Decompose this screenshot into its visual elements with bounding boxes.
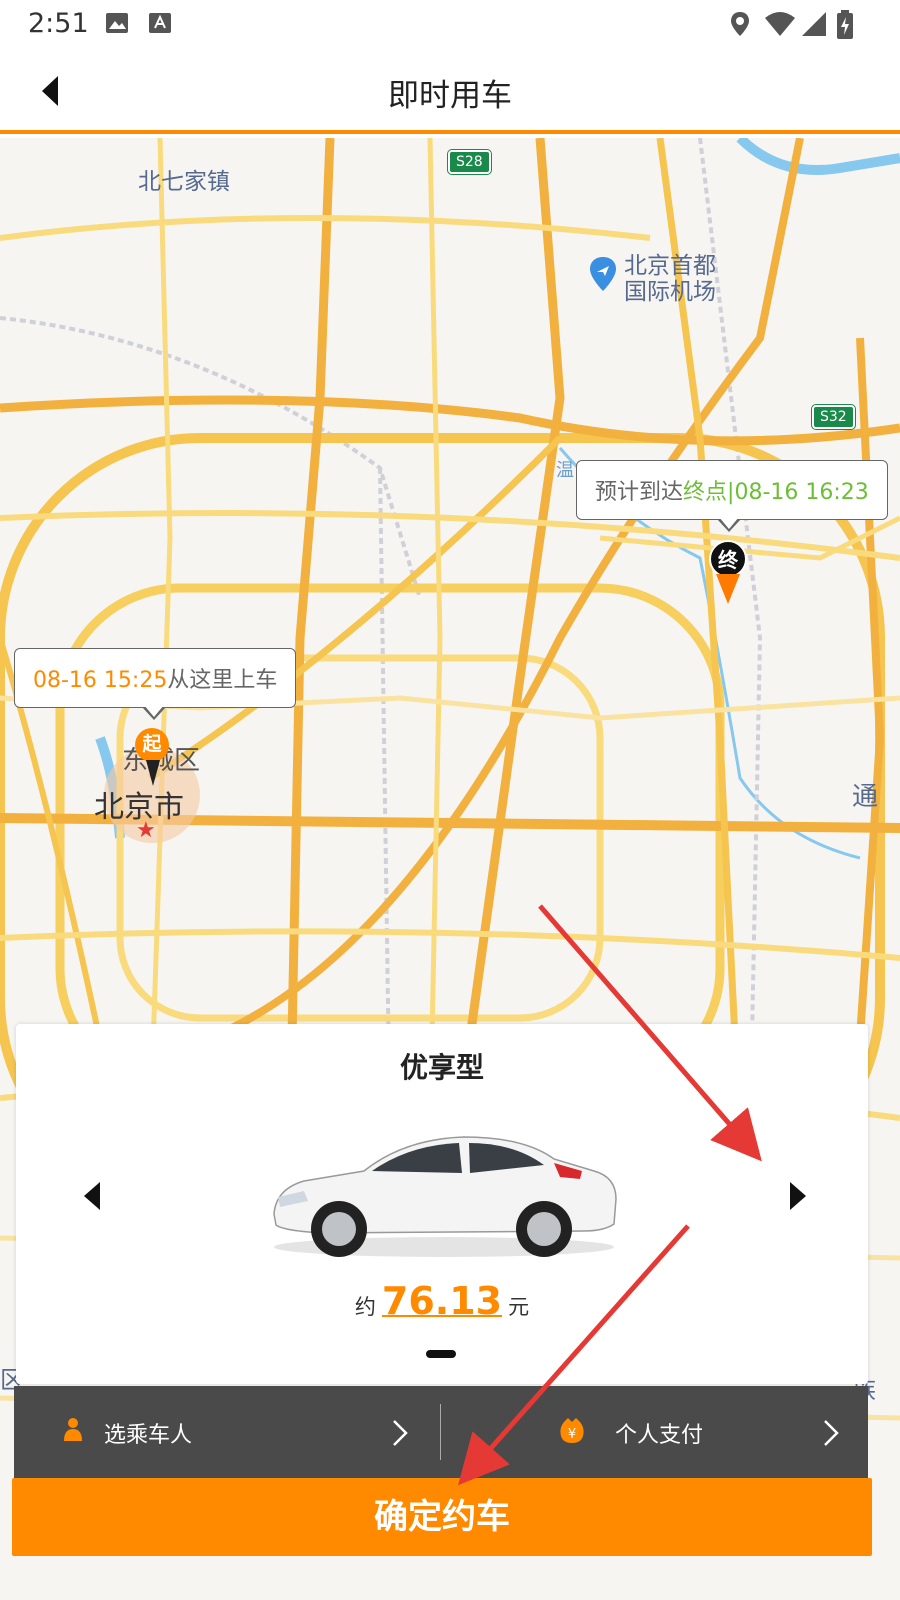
passenger-icon	[62, 1416, 84, 1446]
route-badge-s28: S28	[448, 150, 491, 174]
wallet-yuan-icon: ¥	[559, 1416, 585, 1448]
confirm-booking-button[interactable]: 确定约车	[12, 1478, 872, 1556]
route-badge-s32: S32	[812, 405, 855, 429]
price-suffix: 元	[508, 1295, 530, 1319]
page-title: 即时用车	[388, 78, 512, 114]
arrival-time: |08-16 16:23	[727, 480, 869, 505]
triangle-left-icon[interactable]	[78, 1176, 108, 1216]
payment-method-button[interactable]: ¥ 个人支付	[441, 1386, 867, 1478]
next-vehicle-button[interactable]	[782, 1176, 812, 1216]
image-icon	[104, 10, 130, 40]
estimated-price[interactable]: 76.13	[382, 1279, 502, 1323]
pickup-text: 从这里上车	[167, 668, 278, 693]
battery-icon	[836, 10, 854, 44]
prev-vehicle-button[interactable]	[78, 1176, 108, 1216]
map-label-tong: 通	[852, 782, 879, 812]
arrival-time-bubble: 预计到达终点|08-16 16:23	[576, 460, 888, 532]
status-bar: 2:51	[0, 0, 900, 48]
status-time: 2:51	[28, 8, 89, 39]
map-label-airport-2: 国际机场	[624, 279, 716, 305]
carousel-indicator	[426, 1350, 456, 1358]
map-label-beiqijia: 北七家镇	[138, 169, 230, 195]
price-row: 约 76.13 元	[16, 1279, 868, 1323]
arrival-highlight: 终点	[683, 480, 728, 505]
pickup-time: 08-16 15:25	[33, 668, 168, 693]
options-bar: 选乘车人 ¥ 个人支付	[14, 1386, 868, 1478]
wifi-icon	[764, 10, 796, 42]
vehicle-type-title: 优享型	[399, 1051, 484, 1084]
passenger-label: 选乘车人	[104, 1423, 193, 1448]
capital-star-icon: ★	[136, 818, 156, 843]
car-image	[273, 1136, 617, 1257]
pickup-time-bubble: 08-16 15:25从这里上车	[14, 648, 297, 720]
arrival-prefix: 预计到达	[595, 480, 684, 505]
signal-icon	[800, 10, 828, 42]
triangle-right-icon[interactable]	[782, 1176, 812, 1216]
font-icon	[148, 10, 172, 40]
start-pin[interactable]: 起	[135, 728, 169, 762]
end-pin[interactable]: 终	[709, 540, 747, 578]
price-prefix: 约	[354, 1295, 376, 1319]
svg-text:¥: ¥	[568, 1427, 576, 1442]
location-icon	[728, 10, 752, 42]
chevron-right-icon	[390, 1418, 410, 1452]
map-label-river: 温	[556, 460, 574, 481]
select-passenger-button[interactable]: 选乘车人	[14, 1386, 440, 1478]
vehicle-card: 优享型 约 76.13 元	[16, 1024, 868, 1384]
payment-label: 个人支付	[615, 1423, 704, 1448]
title-bar: 即时用车	[0, 48, 900, 134]
chevron-right-icon	[821, 1418, 841, 1452]
